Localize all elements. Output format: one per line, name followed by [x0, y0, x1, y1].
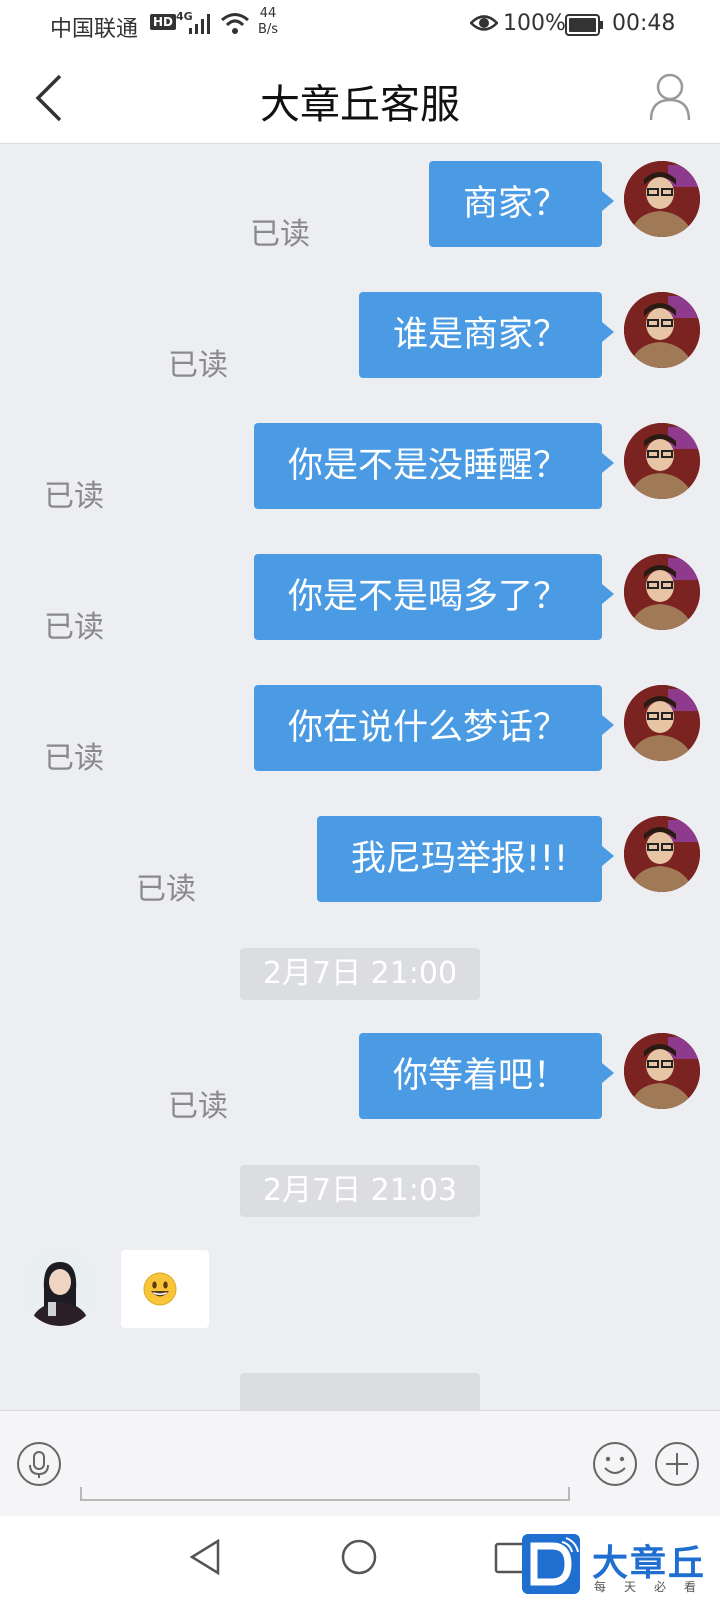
my-avatar[interactable]: [624, 161, 700, 237]
message-bubble[interactable]: 商家？: [428, 161, 615, 247]
carrier-name: 中国联通: [50, 17, 139, 42]
avatar-portrait-icon: [624, 1033, 700, 1109]
read-receipt: 已读: [136, 872, 196, 907]
message-bubble[interactable]: 你是不是没睡醒？: [253, 423, 615, 509]
my-avatar[interactable]: [624, 292, 700, 368]
network-speed-unit: B/s: [258, 22, 279, 37]
my-avatar[interactable]: [624, 816, 700, 892]
network-speed: 44 B/s: [258, 6, 278, 38]
emoji-picker-icon[interactable]: [592, 1441, 638, 1487]
outgoing-message: 已读 商家？: [0, 161, 700, 252]
message-bubble[interactable]: 你等着吧！: [358, 1033, 615, 1119]
timestamp-divider-partial: [240, 1373, 480, 1410]
watermark-logo: 大章丘 每天必看: [518, 1520, 720, 1600]
avatar-portrait-icon: [624, 554, 700, 630]
signal-icon: [189, 14, 210, 34]
outgoing-message: 已读 你等着吧！: [0, 1033, 700, 1124]
read-receipt: 已读: [168, 348, 228, 383]
message-bubble[interactable]: 你在说什么梦话？: [253, 685, 615, 771]
brand-tagline: 每天必看: [594, 1580, 715, 1594]
eye-comfort-icon: [470, 15, 498, 31]
contact-portrait-icon: [22, 1250, 98, 1326]
contact-avatar[interactable]: [22, 1250, 98, 1326]
chat-title: 大章丘客服: [260, 82, 460, 128]
smiley-emoji-icon: [143, 1272, 177, 1306]
timestamp-divider: 2月7日 21:03: [240, 1165, 480, 1217]
more-actions-icon[interactable]: [654, 1441, 700, 1487]
system-home-icon[interactable]: [340, 1538, 378, 1576]
brand-logo-icon: [522, 1534, 580, 1594]
system-back-icon[interactable]: [188, 1538, 222, 1576]
battery-icon: [565, 14, 603, 36]
incoming-message-bubble[interactable]: [121, 1250, 209, 1328]
hd-badge: HD: [150, 14, 177, 30]
read-receipt: 已读: [44, 610, 104, 645]
chat-area[interactable]: 已读 商家？ 已读 谁是商家？ 已读 你是不是没睡醒？ 已读 你是不是喝多了？ …: [0, 145, 720, 1410]
read-receipt: 已读: [44, 741, 104, 776]
read-receipt: 已读: [44, 479, 104, 514]
read-receipt: 已读: [168, 1089, 228, 1124]
message-bubble[interactable]: 你是不是喝多了？: [253, 554, 615, 640]
network-speed-value: 44: [259, 6, 277, 21]
my-avatar[interactable]: [624, 554, 700, 630]
outgoing-message: 已读 你是不是喝多了？: [0, 554, 700, 645]
wifi-icon: [221, 13, 249, 34]
my-avatar[interactable]: [624, 1033, 700, 1109]
input-bar: [0, 1410, 720, 1516]
outgoing-message: 已读 我尼玛举报!!!: [0, 816, 700, 907]
message-bubble[interactable]: 我尼玛举报!!!: [316, 816, 615, 902]
battery-percent: 100%: [503, 11, 566, 36]
voice-input-icon[interactable]: [16, 1441, 62, 1487]
my-avatar[interactable]: [624, 685, 700, 761]
message-text-input[interactable]: [80, 1487, 570, 1501]
read-receipt: 已读: [250, 217, 310, 252]
avatar-portrait-icon: [624, 816, 700, 892]
avatar-portrait-icon: [624, 161, 700, 237]
user-profile-icon[interactable]: [648, 72, 692, 122]
status-bar: 中国联通 HD 4G 44 B/s 100% 00:48: [0, 0, 720, 50]
avatar-portrait-icon: [624, 685, 700, 761]
clock: 00:48: [612, 11, 676, 36]
outgoing-message: 已读 你是不是没睡醒？: [0, 423, 700, 514]
my-avatar[interactable]: [624, 423, 700, 499]
outgoing-message: 已读 你在说什么梦话？: [0, 685, 700, 776]
avatar-portrait-icon: [624, 292, 700, 368]
chat-header: 大章丘客服: [0, 50, 720, 144]
outgoing-message: 已读 谁是商家？: [0, 292, 700, 383]
message-bubble[interactable]: 谁是商家？: [358, 292, 615, 378]
avatar-portrait-icon: [624, 423, 700, 499]
timestamp-divider: 2月7日 21:00: [240, 948, 480, 1000]
